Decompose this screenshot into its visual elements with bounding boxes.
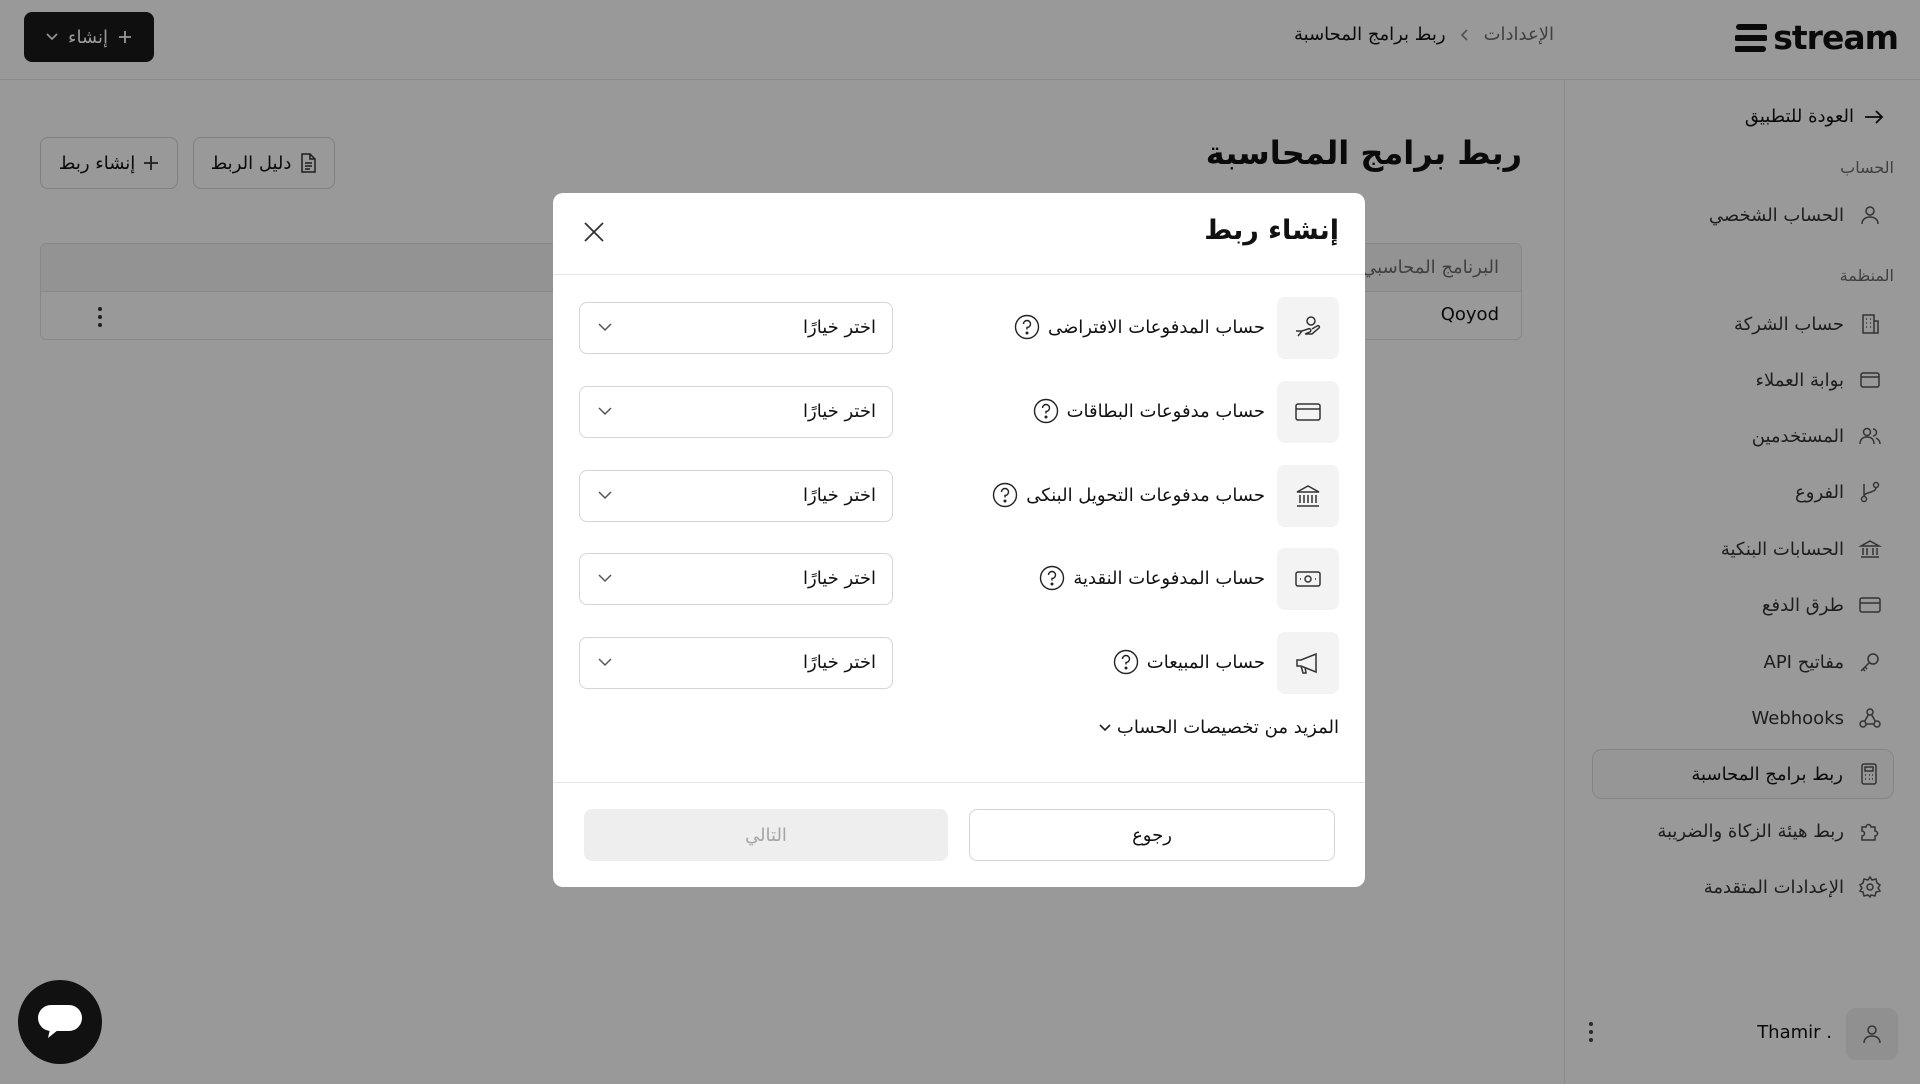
megaphone-icon bbox=[1296, 652, 1317, 674]
select-value: اختر خيارًا bbox=[803, 317, 876, 338]
chat-support-button[interactable] bbox=[18, 980, 102, 1064]
field-label-text: حساب المدفوعات النقدية bbox=[1073, 567, 1265, 589]
field-label-text: حساب مدفوعات التحويل البنكى bbox=[1026, 484, 1265, 506]
field-icon-box bbox=[1277, 632, 1339, 694]
cash-icon bbox=[1295, 571, 1321, 587]
modal-header: إنشاء ربط bbox=[553, 193, 1365, 275]
field-card-payments: حساب مدفوعات البطاقات اختر خيارًا bbox=[579, 381, 1339, 443]
select-value: اختر خيارًا bbox=[803, 485, 876, 506]
field-icon-box bbox=[1277, 381, 1339, 443]
chevron-down-icon bbox=[598, 323, 612, 332]
chevron-down-icon bbox=[598, 658, 612, 667]
more-account-customizations-toggle[interactable]: المزيد من تخصيصات الحساب bbox=[1099, 717, 1339, 738]
chevron-down-icon bbox=[598, 491, 612, 500]
help-circle-icon[interactable] bbox=[1113, 649, 1139, 675]
field-label-text: حساب المبيعات bbox=[1146, 651, 1265, 673]
field-icon-box bbox=[1277, 548, 1339, 610]
field-label: حساب المبيعات bbox=[1113, 649, 1265, 675]
field-label: حساب المدفوعات الافتراضى bbox=[1014, 314, 1265, 340]
select-value: اختر خيارًا bbox=[803, 652, 876, 673]
next-button[interactable]: التالي bbox=[584, 809, 948, 861]
sales-account-select[interactable]: اختر خيارًا bbox=[579, 637, 893, 689]
chevron-down-icon bbox=[1099, 723, 1111, 731]
help-circle-icon[interactable] bbox=[1033, 398, 1059, 424]
help-circle-icon[interactable] bbox=[1014, 314, 1040, 340]
credit-card-icon bbox=[1295, 403, 1321, 421]
card-payments-select[interactable]: اختر خيارًا bbox=[579, 386, 893, 438]
field-sales-account: حساب المبيعات اختر خيارًا bbox=[579, 632, 1339, 694]
close-icon[interactable] bbox=[583, 221, 605, 243]
field-label-text: حساب مدفوعات البطاقات bbox=[1066, 400, 1265, 422]
modal-footer: رجوع التالي bbox=[553, 782, 1365, 887]
field-icon-box bbox=[1277, 465, 1339, 527]
back-button[interactable]: رجوع bbox=[969, 809, 1335, 861]
field-label: حساب مدفوعات البطاقات bbox=[1033, 398, 1265, 424]
field-bank-transfer-payments: حساب مدفوعات التحويل البنكى اختر خيارًا bbox=[579, 465, 1339, 527]
field-default-payments: حساب المدفوعات الافتراضى اختر خيارًا bbox=[579, 297, 1339, 359]
field-label: حساب المدفوعات النقدية bbox=[1039, 565, 1265, 591]
bank-icon bbox=[1296, 485, 1320, 507]
select-value: اختر خيارًا bbox=[803, 401, 876, 422]
help-circle-icon[interactable] bbox=[1039, 565, 1065, 591]
select-value: اختر خيارًا bbox=[803, 568, 876, 589]
field-label: حساب مدفوعات التحويل البنكى bbox=[992, 482, 1265, 508]
chat-bubble-icon bbox=[38, 1005, 82, 1038]
create-link-modal: إنشاء ربط حساب المدفوعات الافتراضى اختر … bbox=[553, 193, 1365, 887]
hand-coins-icon bbox=[1296, 316, 1321, 337]
modal-title: إنشاء ربط bbox=[1204, 215, 1339, 246]
field-label-text: حساب المدفوعات الافتراضى bbox=[1048, 316, 1265, 338]
help-circle-icon[interactable] bbox=[992, 482, 1018, 508]
default-payments-select[interactable]: اختر خيارًا bbox=[579, 302, 893, 354]
cash-payments-select[interactable]: اختر خيارًا bbox=[579, 553, 893, 605]
field-cash-payments: حساب المدفوعات النقدية اختر خيارًا bbox=[579, 548, 1339, 610]
field-icon-box bbox=[1277, 297, 1339, 359]
chevron-down-icon bbox=[598, 574, 612, 583]
more-account-customizations-label: المزيد من تخصيصات الحساب bbox=[1116, 717, 1339, 738]
bank-transfer-payments-select[interactable]: اختر خيارًا bbox=[579, 470, 893, 522]
chevron-down-icon bbox=[598, 407, 612, 416]
